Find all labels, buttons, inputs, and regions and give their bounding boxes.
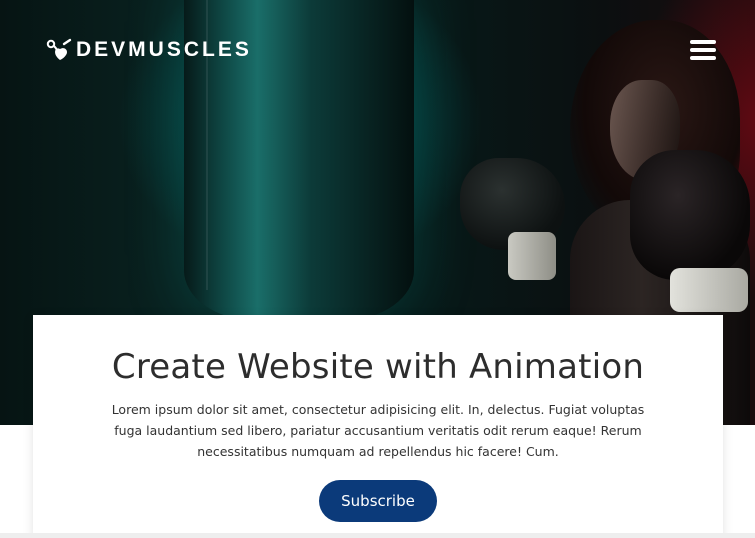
left-glove-cuff: [508, 232, 556, 280]
bottom-divider: [0, 533, 755, 538]
page-title: Create Website with Animation: [111, 347, 645, 387]
subscribe-button[interactable]: Subscribe: [319, 480, 437, 522]
right-glove: [630, 150, 750, 280]
hero-description: Lorem ipsum dolor sit amet, consectetur …: [111, 402, 645, 459]
menu-bar: [690, 40, 716, 44]
stethoscope-heart-icon: [46, 38, 72, 60]
right-glove-cuff: [670, 268, 748, 312]
hero-card: Create Website with Animation Lorem ipsu…: [33, 315, 723, 538]
menu-bar: [690, 48, 716, 52]
logo-text: DEVMUSCLES: [76, 38, 252, 61]
hamburger-menu-icon[interactable]: [690, 40, 716, 62]
logo[interactable]: DEVMUSCLES: [46, 38, 252, 62]
menu-bar: [690, 56, 716, 60]
navbar: DEVMUSCLES: [0, 0, 755, 100]
